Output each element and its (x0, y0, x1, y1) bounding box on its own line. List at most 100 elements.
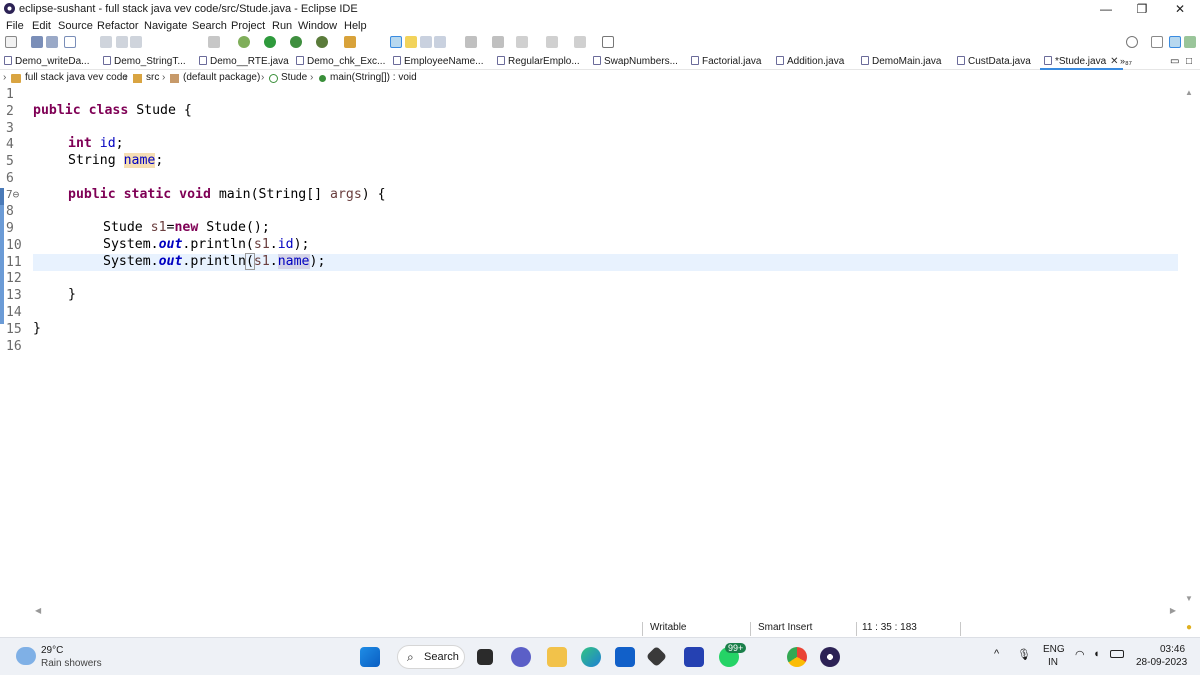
close-button[interactable]: ✕ (1162, 0, 1198, 18)
weather-icon[interactable] (16, 647, 36, 665)
eclipse-taskbar-icon[interactable] (820, 647, 840, 667)
lightbulb-icon[interactable]: ● (1186, 622, 1192, 633)
scroll-left-icon[interactable]: ◀ (35, 606, 41, 615)
menu-project[interactable]: Project (231, 20, 265, 32)
show-hidden-icons-icon[interactable]: ^ (994, 648, 999, 660)
toggle-breakpoints-icon[interactable] (208, 36, 220, 48)
vscode-like-icon[interactable] (684, 647, 704, 667)
menu-source[interactable]: Source (58, 20, 93, 32)
taskbar-search[interactable]: ⌕ Search (397, 645, 465, 669)
horizontal-scrollbar[interactable]: ◀ ▶ (33, 606, 1178, 618)
breadcrumb-package[interactable]: (default package) (183, 72, 260, 83)
vertical-scrollbar[interactable]: ▲ ▼ (1182, 86, 1196, 620)
tab-demo-stringt[interactable]: Demo_StringT... (103, 53, 186, 70)
run-icon[interactable] (264, 36, 276, 48)
maximize-view-icon[interactable]: □ (1186, 53, 1192, 70)
menu-window[interactable]: Window (298, 20, 337, 32)
java-perspective-icon[interactable] (1169, 36, 1181, 48)
suspend-icon[interactable] (116, 36, 128, 48)
wifi-icon[interactable]: ◠ (1075, 648, 1085, 661)
external-tools-icon[interactable] (316, 36, 328, 48)
tab-custdata[interactable]: CustData.java (957, 53, 1031, 70)
minimize-view-icon[interactable]: ▭ (1170, 53, 1179, 70)
debug-perspective-icon[interactable] (1184, 36, 1196, 48)
tab-regularemplo[interactable]: RegularEmplo... (497, 53, 580, 70)
last-edit-icon[interactable] (516, 36, 528, 48)
search-tool-icon[interactable] (405, 36, 417, 48)
menu-help[interactable]: Help (344, 20, 367, 32)
breadcrumb-method[interactable]: main(String[]) : void (330, 72, 417, 83)
debug-icon[interactable] (238, 36, 250, 48)
line-number: 14 (6, 305, 22, 320)
language-bottom[interactable]: IN (1048, 657, 1058, 668)
menu-refactor[interactable]: Refactor (97, 20, 139, 32)
ms-store-icon[interactable] (615, 647, 635, 667)
tab-demo-chk-exc[interactable]: Demo_chk_Exc... (296, 53, 385, 70)
resume-icon[interactable] (100, 36, 112, 48)
pin-editor-icon[interactable] (602, 36, 614, 48)
file-explorer-icon[interactable] (547, 647, 567, 667)
toggle-mark-icon[interactable] (420, 36, 432, 48)
code-editor[interactable]: 1 2 3 4 5 6 7⊖ 8 9 10 11 12 13 14 15 16 … (0, 86, 1200, 620)
tab-addition[interactable]: Addition.java (776, 53, 844, 70)
start-button-icon[interactable] (360, 647, 380, 667)
tab-demo-rte[interactable]: Demo__RTE.java (199, 53, 289, 70)
notification-badge: 99+ (725, 643, 747, 653)
terminate-icon[interactable] (130, 36, 142, 48)
battery-icon[interactable] (1110, 650, 1124, 658)
status-divider (642, 622, 643, 636)
coverage-icon[interactable] (290, 36, 302, 48)
tab-overflow-button[interactable]: »₈₇ (1120, 53, 1132, 70)
tab-stude[interactable]: *Stude.java ✕ (1040, 53, 1123, 70)
volume-icon[interactable]: ◖ (1093, 648, 1100, 660)
menu-search[interactable]: Search (192, 20, 227, 32)
new-icon[interactable] (5, 36, 17, 48)
prev-annotation-icon[interactable] (492, 36, 504, 48)
chrome-icon[interactable] (787, 647, 807, 667)
microphone-icon[interactable]: 🎙 (1017, 648, 1031, 661)
clock-time[interactable]: 03:46 (1160, 644, 1185, 655)
menu-file[interactable]: File (6, 20, 24, 32)
tab-label: Demo__RTE.java (210, 56, 289, 67)
terminal-icon[interactable] (64, 36, 76, 48)
forward-icon[interactable] (574, 36, 586, 48)
windows-taskbar: 29°C Rain showers ⌕ Search 99+ ^ 🎙 ENG I… (0, 637, 1200, 675)
tab-swapnumbers[interactable]: SwapNumbers... (593, 53, 678, 70)
back-icon[interactable] (546, 36, 558, 48)
search-icon[interactable] (1126, 36, 1138, 48)
clock-date[interactable]: 28-09-2023 (1136, 657, 1187, 668)
scroll-down-icon[interactable]: ▼ (1185, 594, 1193, 603)
scroll-up-icon[interactable]: ▲ (1185, 88, 1193, 97)
tab-demo-writeda[interactable]: Demo_writeDa... (4, 53, 89, 70)
open-perspective-icon[interactable] (1151, 36, 1163, 48)
menu-edit[interactable]: Edit (32, 20, 51, 32)
close-tab-icon[interactable]: ✕ (1110, 56, 1118, 67)
language-top[interactable]: ENG (1043, 644, 1065, 655)
minimize-button[interactable]: — (1088, 0, 1124, 18)
tab-employeename[interactable]: EmployeeName... (393, 53, 483, 70)
restore-button[interactable]: ❐ (1124, 0, 1160, 18)
block-select-icon[interactable] (434, 36, 446, 48)
scroll-right-icon[interactable]: ▶ (1170, 606, 1176, 615)
menu-navigate[interactable]: Navigate (144, 20, 187, 32)
breadcrumb-class[interactable]: Stude (281, 72, 307, 83)
open-type-icon[interactable] (390, 36, 402, 48)
search-icon: ⌕ (407, 650, 414, 664)
task-view-icon[interactable] (477, 649, 493, 665)
next-annotation-icon[interactable] (465, 36, 477, 48)
new-java-project-icon[interactable] (344, 36, 356, 48)
teams-chat-icon[interactable] (511, 647, 531, 667)
breadcrumb-src[interactable]: src (146, 72, 159, 83)
breadcrumb-project[interactable]: full stack java vev code (25, 72, 128, 83)
app-icon[interactable] (645, 645, 668, 668)
weather-temperature[interactable]: 29°C (41, 645, 63, 656)
menu-run[interactable]: Run (272, 20, 292, 32)
edge-browser-icon[interactable] (581, 647, 601, 667)
weather-description[interactable]: Rain showers (41, 658, 102, 669)
tab-factorial[interactable]: Factorial.java (691, 53, 761, 70)
line-number-fold[interactable]: 7⊖ (6, 188, 26, 201)
code-line-5: String name; (68, 153, 164, 168)
tab-demomain[interactable]: DemoMain.java (861, 53, 941, 70)
save-all-icon[interactable] (46, 36, 58, 48)
save-icon[interactable] (31, 36, 43, 48)
